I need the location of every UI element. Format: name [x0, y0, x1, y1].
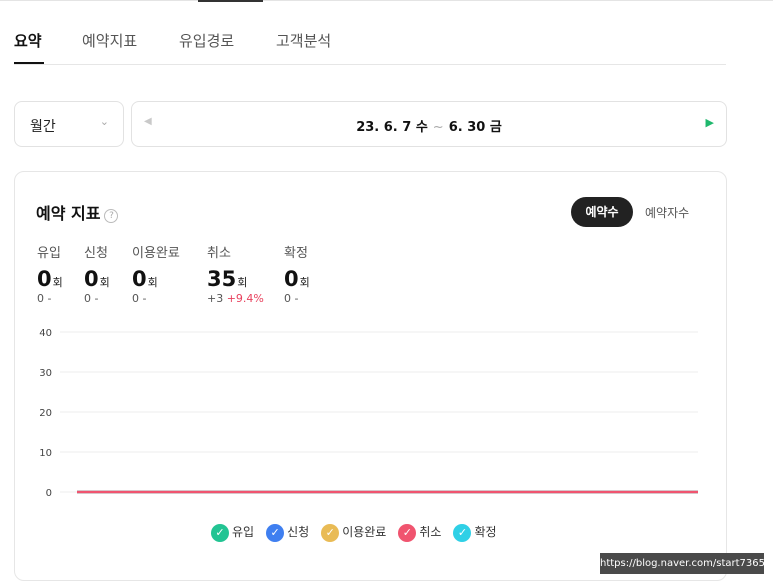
date-separator: ~ [432, 120, 444, 135]
metric-value: 0회 [84, 267, 110, 291]
tab-customer-analysis[interactable]: 고객분석 [276, 30, 331, 51]
metric-change: 0 - [84, 292, 99, 305]
legend-label: 확정 [474, 525, 497, 540]
metric-change: 0 - [284, 292, 299, 305]
metric-value: 35회 [207, 267, 248, 291]
metric-value: 0회 [284, 267, 310, 291]
check-icon: ✓ [321, 523, 340, 542]
date-range-navigator: ◀ 23. 6. 7 수 ~6. 30 금 ▶ [131, 101, 727, 147]
check-icon: ✓ [453, 523, 472, 542]
top-border [0, 0, 773, 1]
metric-value: 0회 [37, 267, 63, 291]
metric-label: 신청 [84, 246, 108, 261]
tab-inflow-path[interactable]: 유입경로 [179, 30, 234, 51]
legend-label: 신청 [287, 525, 310, 540]
metric-label: 유입 [37, 246, 61, 261]
check-icon: ✓ [398, 523, 417, 542]
watermark: https://blog.naver.com/start7365 [600, 553, 765, 574]
legend-item[interactable]: ✓ 취소 [398, 523, 441, 542]
toggle-reserver-count[interactable]: 예약자수 [645, 204, 689, 221]
legend-item[interactable]: ✓ 유입 [211, 523, 254, 542]
toggle-reservation-count[interactable]: 예약수 [571, 197, 633, 227]
legend-item[interactable]: ✓ 확정 [453, 523, 497, 542]
legend-label: 유입 [232, 525, 255, 540]
date-end: 6. 30 금 [448, 120, 502, 135]
metric-confirmed: 확정 0회 0 - [284, 242, 310, 305]
check-icon: ✓ [266, 523, 285, 542]
legend-label: 이용완료 [342, 525, 387, 540]
period-select[interactable]: 월간 ⌄ [14, 101, 124, 147]
metric-change: +3 +9.4% [207, 292, 264, 305]
date-start: 23. 6. 7 수 [356, 120, 428, 135]
period-select-value: 월간 [30, 119, 56, 135]
tab-reservation-metrics[interactable]: 예약지표 [82, 30, 137, 51]
metric-application: 신청 0회 0 - [84, 242, 110, 305]
chart-legend: ✓ 유입 ✓ 신청 ✓ 이용완료 ✓ 취소 ✓ 확정 [211, 522, 509, 544]
metric-completed: 이용완료 0회 0 - [132, 242, 180, 305]
metric-cancel: 취소 35회 +3 +9.4% [207, 242, 264, 305]
metric-change: 0 - [37, 292, 52, 305]
card-title-text: 예약 지표 [36, 204, 101, 223]
tab-summary[interactable]: 요약 [14, 30, 44, 64]
legend-item[interactable]: ✓ 신청 [266, 523, 309, 542]
next-period-icon[interactable]: ▶ [706, 116, 714, 129]
header-indicator [198, 0, 263, 2]
metric-label: 이용완료 [132, 246, 180, 261]
metric-label: 확정 [284, 246, 308, 261]
date-range-label: 23. 6. 7 수 ~6. 30 금 [132, 116, 726, 135]
reservation-metrics-card: 예약 지표? 예약수 예약자수 유입 0회 0 - 신청 0회 0 - 이용완료… [14, 171, 727, 581]
legend-item[interactable]: ✓ 이용완료 [321, 523, 386, 542]
active-tab-underline [14, 62, 44, 64]
card-title: 예약 지표? [36, 200, 119, 224]
metric-inflow: 유입 0회 0 - [37, 242, 63, 305]
legend-label: 취소 [419, 525, 442, 540]
metric-value: 0회 [132, 267, 158, 291]
metric-label: 취소 [207, 246, 231, 261]
metric-change: 0 - [132, 292, 147, 305]
check-icon: ✓ [211, 523, 229, 542]
chevron-down-icon: ⌄ [99, 115, 109, 128]
tab-bar: 요약 예약지표 유입경로 고객분석 [14, 28, 726, 65]
help-icon[interactable]: ? [104, 209, 119, 223]
